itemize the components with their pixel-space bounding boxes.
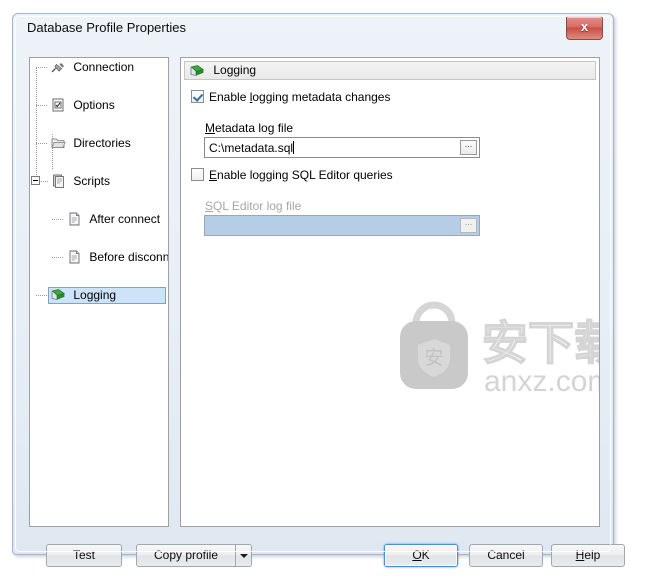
sidebar-item-logging[interactable]: Logging [30, 286, 168, 305]
panel-title: Logging [213, 63, 257, 77]
cancel-button[interactable]: Cancel [469, 544, 543, 567]
chevron-down-icon [239, 553, 248, 558]
title-bar: Database Profile Properties x [13, 14, 613, 44]
logging-green-book-icon [50, 287, 66, 303]
script-page-icon [66, 211, 82, 227]
tree-connector [36, 67, 47, 68]
sidebar-item-label: Connection [73, 60, 135, 74]
enable-metadata-logging-checkbox[interactable] [191, 90, 204, 103]
sidebar-item-label: After connect [89, 212, 161, 226]
svg-text:安: 安 [424, 347, 443, 369]
enable-metadata-logging-row[interactable]: Enable logging metadata changes [191, 90, 390, 104]
label-accel: M [205, 121, 215, 135]
tree-connector [36, 143, 47, 144]
label-accel: S [205, 199, 214, 213]
dialog-window: Database Profile Properties x Connection… [12, 13, 625, 567]
sidebar-item-label: Before disconnec [89, 250, 169, 264]
copy-profile-dropdown-button[interactable] [235, 544, 252, 567]
tree-collapse-toggle[interactable] [31, 176, 40, 185]
sidebar-item-label: Directories [73, 136, 131, 150]
svg-text:anxz.com: anxz.com [484, 365, 600, 398]
cb-text-after: ogging metadata changes [252, 90, 391, 104]
close-icon: x [580, 19, 589, 34]
sidebar-item-options[interactable]: Options [30, 96, 168, 115]
tree-connector [52, 257, 63, 258]
watermark-anxz: 安 安下载 anxz.com [386, 301, 600, 401]
tree-connector [52, 219, 63, 220]
sidebar-item-connection[interactable]: Connection [30, 58, 168, 77]
cropped-page-artifact: ​ ​ ​ ​ ​ ​ ​ ​ ​ ​ ​ ​ ​ ​ [0, 0, 66, 10]
cb-text-before: Enable [209, 90, 250, 104]
tree-connector [36, 295, 47, 296]
metadata-browse-button[interactable]: ... [460, 140, 477, 155]
close-button[interactable]: x [566, 16, 603, 40]
logging-settings-panel: Logging Enable logging metadata changes … [180, 57, 600, 527]
ok-button[interactable]: OK [384, 544, 458, 567]
cb-text-after: nable logging SQL Editor queries [217, 168, 393, 182]
script-page-icon [66, 249, 82, 265]
tree-connector [41, 181, 48, 182]
label-rest: etadata log file [215, 121, 294, 135]
metadata-log-file-label: Metadata log file [205, 121, 293, 135]
enable-sql-editor-logging-label: Enable logging SQL Editor queries [209, 168, 393, 182]
sidebar-item-directories[interactable]: Directories [30, 134, 168, 153]
metadata-log-file-value: C:\metadata.sql [209, 140, 295, 156]
sidebar-item-before-disconnect[interactable]: Before disconnec [30, 248, 168, 267]
tree-trunk-line [36, 67, 37, 179]
metadata-log-file-input[interactable]: C:\metadata.sql ... [204, 137, 480, 158]
panel-header: Logging [184, 61, 596, 80]
sidebar-item-label: Scripts [73, 174, 111, 188]
text-caret [293, 141, 295, 154]
label-rest: QL Editor log file [213, 199, 302, 213]
dialog-client-area: Connection Options Directories Scripts A… [18, 42, 625, 567]
folder-icon [50, 135, 66, 151]
svg-text:安下载: 安下载 [482, 316, 600, 370]
options-checkbox-page-icon [50, 97, 66, 113]
enable-sql-editor-logging-row[interactable]: Enable logging SQL Editor queries [191, 168, 393, 182]
settings-tree[interactable]: Connection Options Directories Scripts A… [29, 57, 169, 527]
enable-metadata-logging-label: Enable logging metadata changes [209, 90, 390, 104]
help-button[interactable]: Help [551, 544, 625, 567]
window-title: Database Profile Properties [27, 20, 186, 35]
sidebar-item-scripts[interactable]: Scripts [30, 172, 168, 191]
metadata-log-file-text: C:\metadata.sql [209, 141, 294, 155]
enable-sql-editor-logging-checkbox[interactable] [191, 168, 204, 181]
dialog-footer: Test Copy profile OK Cancel Help [29, 536, 625, 576]
sql-editor-log-file-label: SQL Editor log file [205, 199, 301, 213]
plug-connection-icon [50, 59, 66, 75]
scripts-pages-icon [50, 173, 66, 189]
sidebar-item-label: Options [73, 98, 115, 112]
ok-accel: O [412, 548, 422, 562]
sql-editor-browse-button: ... [460, 218, 477, 233]
copy-profile-button[interactable]: Copy profile [136, 544, 235, 567]
tree-connector [36, 105, 47, 106]
sidebar-item-label: Logging [73, 288, 117, 302]
logging-green-book-icon [189, 63, 205, 79]
cb-accel: E [209, 168, 218, 182]
test-button[interactable]: Test [46, 544, 122, 567]
help-rest: elp [584, 548, 601, 562]
sidebar-item-after-connect[interactable]: After connect [30, 210, 168, 229]
ok-rest: K [421, 548, 430, 562]
sql-editor-log-file-input: ... [204, 215, 480, 236]
